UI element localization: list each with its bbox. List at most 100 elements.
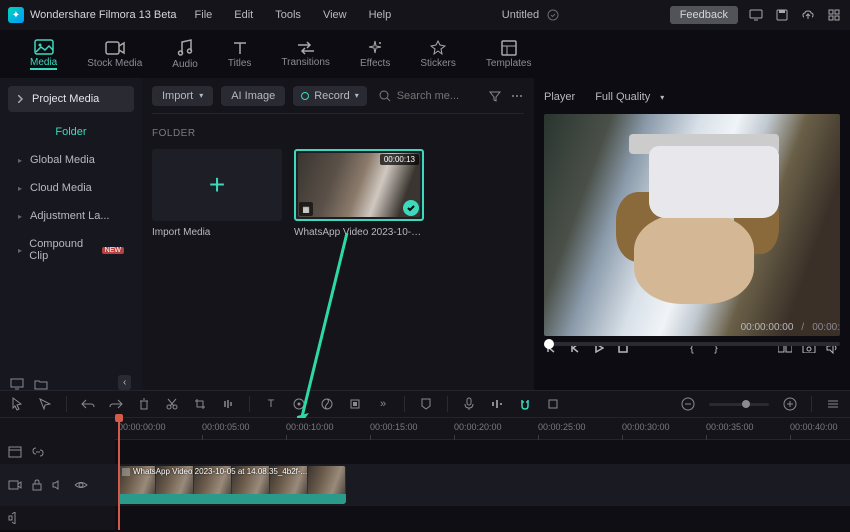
sticker-icon [430,40,446,56]
tl-mask-icon[interactable] [348,397,362,411]
player-scrubber[interactable] [544,342,840,346]
main-tabs: Media Stock Media Audio Titles Transitio… [0,30,850,78]
chevron-down-icon: ▾ [355,91,359,100]
tl-text-icon[interactable]: T [264,397,278,411]
audio-track-icon[interactable] [8,512,20,524]
filter-icon[interactable] [488,89,502,103]
folder-item-adjustment[interactable]: ▸Adjustment La... [8,202,134,230]
feedback-button[interactable]: Feedback [670,6,738,24]
tl-select-icon[interactable] [38,397,52,411]
video-track[interactable]: WhatsApp Video 2023-10-05 at 14.08.35_4b… [115,464,850,506]
tl-audio-icon[interactable] [490,397,504,411]
tl-delete-icon[interactable] [137,397,151,411]
tab-titles[interactable]: Titles [228,40,252,69]
tab-stock-media[interactable]: Stock Media [87,40,142,69]
menu-file[interactable]: File [195,9,213,21]
tl-list-icon[interactable] [826,397,840,411]
folder-small-icon[interactable] [34,378,48,390]
tab-media[interactable]: Media [30,39,57,70]
tl-marker-icon[interactable] [419,397,433,411]
timeline-sub-header [0,440,115,464]
video-preview[interactable] [544,114,840,336]
tl-magnet-icon[interactable] [518,397,532,411]
clip-label: WhatsApp Video 2023-10-05 at 14.08.35_4b… [122,467,307,476]
folder-item-folder[interactable]: Folder [8,118,134,146]
left-bottom-tools [10,378,48,390]
folder-item-compound[interactable]: ▸Compound ClipNEW [8,230,134,270]
timeline-track-headers [0,418,115,530]
timeline-toolbar: T » [0,390,850,418]
tab-stickers[interactable]: Stickers [420,40,456,69]
collapse-panel[interactable]: ‹ [118,375,131,390]
track-visibility-icon[interactable] [74,480,88,490]
top-menubar: ✦ Wondershare Filmora 13 Beta File Edit … [0,0,850,30]
tl-more-icon[interactable]: » [376,397,390,411]
scrubber-handle[interactable] [544,339,554,349]
tl-cut-icon[interactable] [165,397,179,411]
import-button[interactable]: Import▾ [152,86,213,106]
menu-edit[interactable]: Edit [234,9,253,21]
menu-tools[interactable]: Tools [275,9,301,21]
tab-templates[interactable]: Templates [486,40,532,69]
cloud-upload-icon[interactable] [800,7,816,23]
player-label: Player [544,91,575,103]
folder-item-global[interactable]: ▸Global Media [8,146,134,174]
zoom-slider[interactable] [709,403,769,406]
chevron-down-icon: ▾ [199,91,203,100]
qr-icon[interactable] [826,7,842,23]
menu-view[interactable]: View [323,9,347,21]
tab-audio[interactable]: Audio [172,39,198,70]
tl-pointer-icon[interactable] [10,397,24,411]
tl-redo-icon[interactable] [109,397,123,411]
playhead[interactable] [118,418,120,530]
tl-keyframe-icon[interactable] [292,397,306,411]
tl-mic-icon[interactable] [462,397,476,411]
tl-crop-icon[interactable] [193,397,207,411]
film-icon: ▦ [299,202,313,216]
tl-color-icon[interactable] [320,397,334,411]
ai-image-button[interactable]: AI Image [221,86,285,106]
search-box[interactable] [375,90,480,102]
music-icon [177,39,193,57]
new-badge: NEW [102,247,124,254]
tl-zoom-in-icon[interactable] [783,397,797,411]
chevron-down-icon: ▾ [660,93,664,102]
track-lock-icon[interactable] [32,479,42,491]
tl-link2-icon[interactable] [32,446,44,458]
check-icon [403,200,419,216]
media-item[interactable]: 00:00:13 ▦ WhatsApp Video 2023-10-05... [294,149,424,238]
save-icon[interactable] [774,7,790,23]
record-dot-icon [301,92,309,100]
tl-speed-icon[interactable] [221,397,235,411]
chevron-right-icon: ▸ [18,212,24,221]
tab-transitions[interactable]: Transitions [281,41,330,68]
media-panel: Import▾ AI Image Record▾ FOLDER + Import… [142,78,534,390]
zoom-handle[interactable] [742,400,750,408]
search-icon [379,90,391,102]
tl-link-icon[interactable] [546,397,560,411]
monitor-small-icon[interactable] [10,378,24,390]
video-track-icon[interactable] [8,479,22,491]
tl-undo-icon[interactable] [81,397,95,411]
quality-selector[interactable]: Full Quality▾ [595,91,664,103]
import-media-tile[interactable]: + Import Media [152,149,282,238]
more-icon[interactable] [510,89,524,103]
record-button[interactable]: Record▾ [293,86,366,106]
timeline-main[interactable]: 00:00:00:00 00:00:05:00 00:00:10:00 00:0… [115,418,850,530]
tick: 00:00:40:00 [790,422,838,432]
folder-item-cloud[interactable]: ▸Cloud Media [8,174,134,202]
monitor-icon[interactable] [748,7,764,23]
track-mute-icon[interactable] [52,480,64,490]
search-input[interactable] [397,90,472,102]
timeline-clip[interactable]: WhatsApp Video 2023-10-05 at 14.08.35_4b… [118,466,346,504]
left-panel: Project Media Folder ▸Global Media ▸Clou… [0,78,142,390]
player-panel: Player Full Quality▾ 00:00:00:00 / 00:00… [534,78,850,390]
tl-zoom-out-icon[interactable] [681,397,695,411]
project-media-header[interactable]: Project Media [8,86,134,112]
menu-help[interactable]: Help [369,9,392,21]
tl-expand-icon[interactable] [8,446,22,458]
tab-effects[interactable]: Effects [360,40,390,69]
project-title: Untitled [502,9,539,21]
timeline-ruler[interactable]: 00:00:00:00 00:00:05:00 00:00:10:00 00:0… [115,418,850,440]
sync-status-icon [547,9,559,21]
